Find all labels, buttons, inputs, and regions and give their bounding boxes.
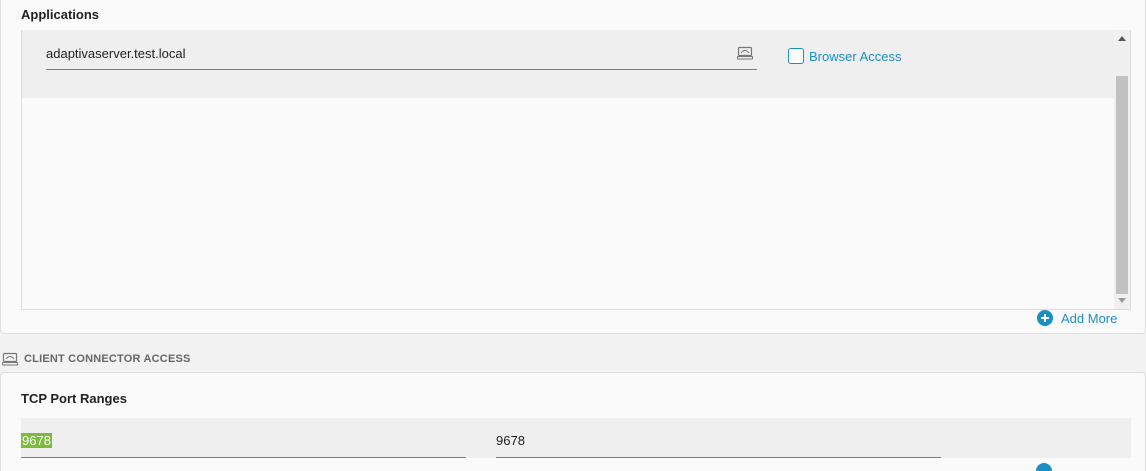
- client-connector-section-header: CLIENT CONNECTOR ACCESS: [2, 352, 191, 366]
- port-range-to-input[interactable]: 9678: [496, 418, 941, 458]
- scroll-up-arrow-icon[interactable]: [1118, 36, 1126, 41]
- applications-scrollbar[interactable]: [1114, 30, 1130, 309]
- tcp-port-ranges-title: TCP Port Ranges: [21, 391, 127, 406]
- application-host-input[interactable]: adaptivaserver.test.local: [46, 44, 757, 70]
- port-range-to-value: 9678: [496, 433, 525, 448]
- client-connector-section-icon: [2, 352, 18, 366]
- applications-list: adaptivaserver.test.local Browser Access: [21, 30, 1131, 310]
- add-more-applications-button[interactable]: Add More: [1037, 310, 1117, 326]
- application-row: adaptivaserver.test.local Browser Access: [22, 30, 1115, 98]
- applications-title: Applications: [21, 7, 100, 22]
- tcp-port-range-row: 9678 9678: [21, 418, 1131, 458]
- tcp-port-ranges-panel: TCP Port Ranges 9678 9678: [0, 372, 1146, 471]
- port-range-from-input[interactable]: 9678: [21, 418, 466, 458]
- scrollbar-thumb[interactable]: [1116, 76, 1128, 294]
- browser-access-label[interactable]: Browser Access: [809, 49, 901, 64]
- browser-access-checkbox[interactable]: [788, 48, 804, 64]
- applications-panel: Applications adaptivaserver.test.local B…: [0, 0, 1146, 334]
- plus-circle-icon[interactable]: [1037, 310, 1053, 326]
- port-range-from-value: 9678: [21, 433, 52, 448]
- application-host-value: adaptivaserver.test.local: [46, 46, 186, 61]
- client-connector-icon[interactable]: [737, 46, 753, 60]
- add-more-label[interactable]: Add More: [1061, 311, 1117, 326]
- browser-access-toggle[interactable]: Browser Access: [788, 48, 901, 64]
- scroll-down-arrow-icon[interactable]: [1118, 298, 1126, 303]
- client-connector-title: CLIENT CONNECTOR ACCESS: [24, 353, 191, 365]
